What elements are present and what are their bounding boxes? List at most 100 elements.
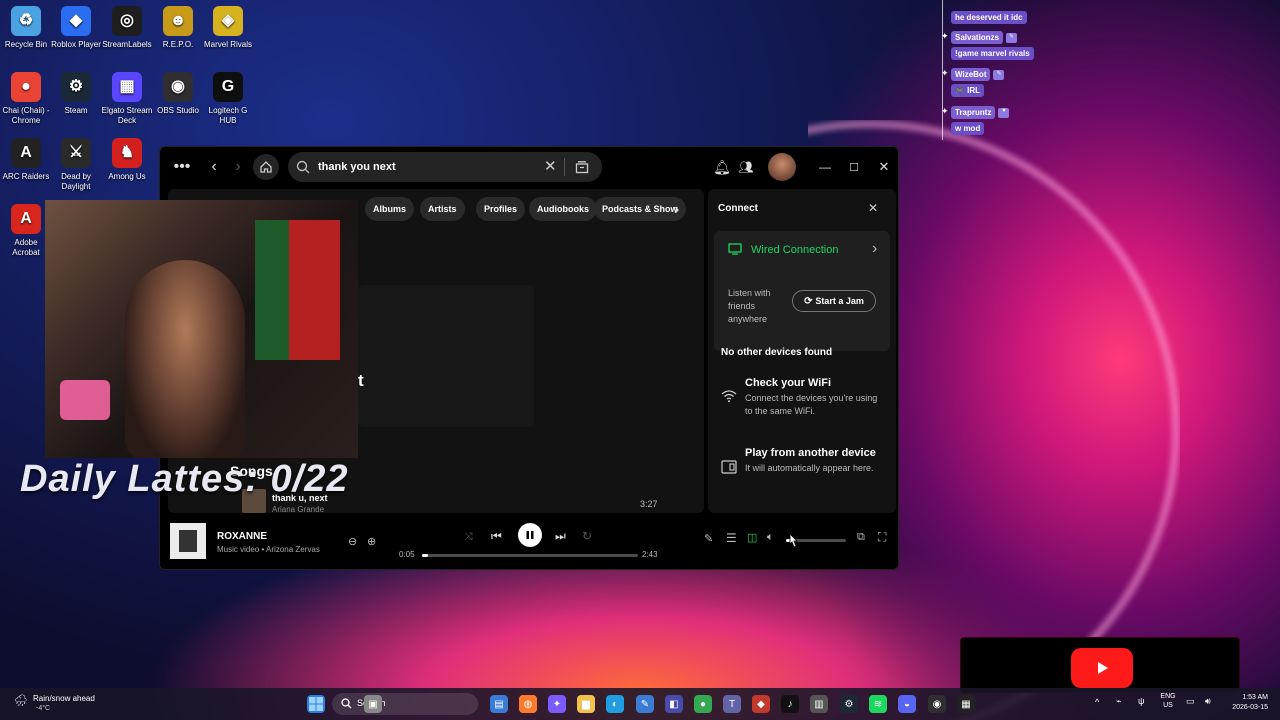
desktop-icon-label: Elgato Stream Deck	[101, 106, 153, 125]
next-icon[interactable]: ⏭	[555, 529, 566, 544]
chrome-icon[interactable]: ●	[694, 695, 712, 713]
notepad-icon[interactable]: ✎	[636, 695, 654, 713]
desktop-icon[interactable]: ⚔ Dead by Daylight	[50, 138, 102, 192]
previous-icon[interactable]: ⏮	[491, 529, 502, 544]
display-icon[interactable]: ▭	[1186, 696, 1195, 707]
desktop-icon[interactable]: G Logitech G HUB	[202, 72, 254, 126]
chrome-icon: ●	[11, 72, 41, 102]
chevron-right-icon[interactable]: ›	[674, 201, 679, 219]
connect-device-icon[interactable]: ◫	[747, 531, 757, 544]
filter-chip-audiobooks[interactable]: Audiobooks	[529, 197, 597, 221]
chevron-up-icon[interactable]: ^	[1095, 697, 1099, 707]
miniplayer-icon[interactable]: ⧉	[857, 531, 865, 544]
repo-icon: ☻	[163, 6, 193, 36]
capture-icon[interactable]: ▥	[810, 695, 828, 713]
desktop-icon[interactable]: ● Chai (Chaii) - Chrome	[0, 72, 52, 126]
discord-icon[interactable]: ◒	[898, 695, 916, 713]
task-view-icon[interactable]: ▣	[364, 695, 382, 713]
progress-bar[interactable]	[422, 554, 638, 557]
volume-icon[interactable]: 🔈︎	[767, 531, 774, 544]
home-icon[interactable]	[253, 154, 279, 180]
track-subtitle[interactable]: Music video • Arizona Zervas	[217, 545, 320, 554]
back-arrow-icon[interactable]: ‹	[202, 155, 226, 179]
weather-title[interactable]: Rain/snow ahead	[33, 694, 95, 703]
fullscreen-icon[interactable]: ⛶	[878, 530, 886, 545]
start-button-icon[interactable]	[307, 695, 325, 713]
more-menu-icon[interactable]: •••	[170, 155, 194, 179]
computer-icon	[728, 243, 742, 255]
progress-fill	[422, 554, 429, 557]
file-explorer-icon[interactable]: ▆	[577, 695, 595, 713]
devices-icon	[721, 459, 737, 480]
pause-button[interactable]	[518, 523, 542, 547]
chat-message: he deserved it idc	[951, 8, 1027, 24]
desktop-icon[interactable]: ♞ Among Us	[101, 138, 153, 182]
remove-icon[interactable]: ⊖	[348, 535, 357, 548]
store-icon[interactable]: ◧	[665, 695, 683, 713]
obs-icon[interactable]: ◉	[928, 695, 946, 713]
song-artist[interactable]: Ariana Grande	[272, 505, 324, 513]
desktop-icon[interactable]: ◆ Roblox Player	[50, 6, 102, 50]
add-to-playlist-icon[interactable]: ⊕	[367, 535, 376, 548]
stream-deck-icon[interactable]: ▦	[957, 695, 975, 713]
lyrics-icon[interactable]: ✎	[704, 532, 713, 545]
wired-connection-card[interactable]: Wired Connection › Listen with friends a…	[714, 231, 890, 351]
calendar-icon[interactable]: ▤	[490, 695, 508, 713]
friend-activity-icon[interactable]: 👥︎	[734, 155, 758, 179]
speaker-icon[interactable]: 🔊︎	[1205, 696, 1211, 707]
edge-icon[interactable]: ◐	[606, 695, 624, 713]
roblox-icon: ◆	[61, 6, 91, 36]
steam-icon[interactable]: ⚙	[840, 695, 858, 713]
ea-icon[interactable]: ◆	[752, 695, 770, 713]
wifi-title: Check your WiFi	[745, 377, 832, 389]
filter-chip-artists[interactable]: Artists	[420, 197, 465, 221]
spotify-icon[interactable]: ≋	[869, 695, 887, 713]
minimize-icon[interactable]: —	[813, 155, 837, 179]
forward-arrow-icon[interactable]: ›	[226, 155, 250, 179]
no-devices-heading: No other devices found	[721, 347, 833, 358]
teams-icon[interactable]: T	[723, 695, 741, 713]
taskbar-search-box[interactable]: Search	[332, 693, 478, 715]
repeat-icon[interactable]: ↻	[582, 529, 592, 543]
tiktok-icon[interactable]: ♪	[781, 695, 799, 713]
top-result-card[interactable]: t	[358, 285, 534, 427]
streamlabels-icon: ◎	[112, 6, 142, 36]
search-bar[interactable]: thank you next ✕	[288, 152, 602, 182]
start-jam-button[interactable]: ⟳ Start a Jam	[792, 290, 876, 312]
shuffle-icon[interactable]: ⤨	[464, 531, 473, 544]
desktop-icon[interactable]: ◉ OBS Studio	[152, 72, 204, 116]
wifi-icon	[721, 389, 737, 406]
desktop-icon[interactable]: ◈ Marvel Rivals	[202, 6, 254, 50]
network-icon[interactable]: ⌁	[1116, 696, 1121, 707]
desktop-icon[interactable]: A ARC Raiders	[0, 138, 52, 182]
close-window-icon[interactable]: ✕	[872, 155, 896, 179]
filter-chip-profiles[interactable]: Profiles	[476, 197, 526, 221]
weather-icon[interactable]: 🌧︎	[14, 694, 28, 707]
copilot-icon[interactable]: ✦	[548, 695, 566, 713]
avatar[interactable]	[768, 153, 796, 181]
firefox-icon[interactable]: ◍	[519, 695, 537, 713]
connect-panel: Connect ✕ Wired Connection › Listen with…	[708, 189, 896, 513]
track-title[interactable]: ROXANNE	[217, 531, 267, 542]
recycle-bin-icon: ♻	[11, 6, 41, 36]
usb-icon[interactable]: ψ	[1138, 696, 1144, 706]
desktop-icon[interactable]: ♻ Recycle Bin	[0, 6, 52, 50]
elapsed-time: 0:05	[399, 550, 415, 559]
clock[interactable]: 1:53 AM 2026-03-15	[1222, 693, 1268, 713]
clear-search-icon[interactable]: ✕	[544, 157, 557, 175]
search-input[interactable]: thank you next	[318, 161, 396, 173]
now-playing-artwork[interactable]	[170, 523, 206, 559]
desktop-icon[interactable]: ⚙ Steam	[50, 72, 102, 116]
language-indicator[interactable]: ENG US	[1160, 692, 1176, 710]
maximize-icon[interactable]: ☐	[842, 155, 866, 179]
desktop-icon[interactable]: ☻ R.E.P.O.	[152, 6, 204, 50]
filter-chip-podcasts[interactable]: Podcasts & Show	[594, 197, 686, 221]
browse-icon[interactable]	[575, 160, 589, 174]
filter-chip-albums[interactable]: Albums	[365, 197, 415, 221]
notifications-icon[interactable]: 🔔︎	[710, 155, 734, 179]
desktop-icon[interactable]: ▦ Elgato Stream Deck	[101, 72, 153, 126]
close-panel-icon[interactable]: ✕	[868, 201, 878, 215]
queue-icon[interactable]: ☰	[726, 531, 737, 545]
desktop-icon[interactable]: ◎ StreamLabels	[101, 6, 153, 50]
chat-text: w mod	[951, 122, 985, 135]
